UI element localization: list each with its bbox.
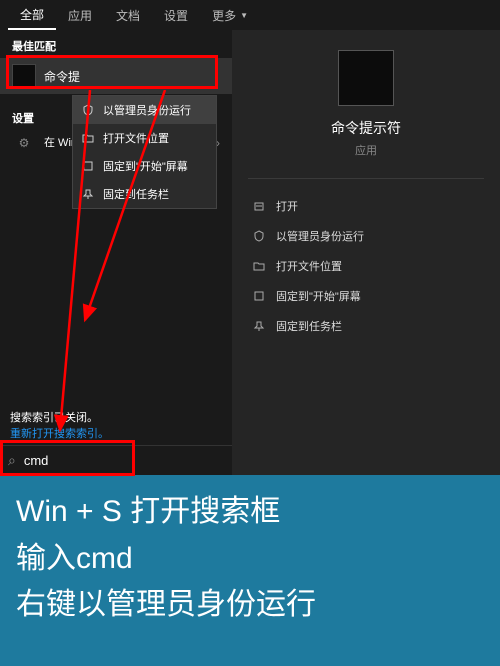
caption-l1: Win + S 打开搜索框 <box>16 489 484 536</box>
caption-l3: 右键以管理员身份运行 <box>16 582 484 629</box>
status-off: 搜索索引已关闭。 <box>10 409 109 425</box>
action-run-admin[interactable]: 以管理员身份运行 <box>248 221 484 251</box>
search-input[interactable] <box>24 453 224 468</box>
action-open-label: 打开 <box>276 198 298 214</box>
ctx-open-loc-label: 打开文件位置 <box>103 130 169 146</box>
context-menu: 以管理员身份运行 打开文件位置 固定到"开始"屏幕 固定到任务栏 <box>72 95 217 209</box>
detail-subtitle: 应用 <box>248 142 484 158</box>
pin-taskbar-icon <box>81 187 95 201</box>
shield-icon <box>252 229 266 243</box>
pin-start-icon <box>252 289 266 303</box>
detail-title: 命令提示符 <box>248 118 484 138</box>
ctx-pin-start[interactable]: 固定到"开始"屏幕 <box>73 152 216 180</box>
cmd-big-icon <box>338 50 394 106</box>
open-icon <box>252 199 266 213</box>
tab-apps[interactable]: 应用 <box>56 0 104 30</box>
action-loc-label: 打开文件位置 <box>276 258 342 274</box>
action-pintask-label: 固定到任务栏 <box>276 318 342 334</box>
tab-all[interactable]: 全部 <box>8 0 56 30</box>
cmd-icon <box>12 64 36 88</box>
ctx-run-admin-label: 以管理员身份运行 <box>103 102 191 118</box>
best-match-label: 最佳匹配 <box>0 30 232 58</box>
action-pin-start[interactable]: 固定到"开始"屏幕 <box>248 281 484 311</box>
action-pin-taskbar[interactable]: 固定到任务栏 <box>248 311 484 341</box>
action-open-location[interactable]: 打开文件位置 <box>248 251 484 281</box>
result-label: 命令提 <box>44 68 80 85</box>
result-cmd[interactable]: 命令提 <box>0 58 232 94</box>
status-reopen-link[interactable]: 重新打开搜索索引。 <box>10 425 109 441</box>
pin-start-icon <box>81 159 95 173</box>
ctx-pin-taskbar[interactable]: 固定到任务栏 <box>73 180 216 208</box>
ctx-pin-task-label: 固定到任务栏 <box>103 186 169 202</box>
tab-settings[interactable]: 设置 <box>152 0 200 30</box>
detail-header: 命令提示符 应用 <box>248 50 484 179</box>
search-tabs: 全部 应用 文档 设置 更多▼ <box>0 0 500 30</box>
action-admin-label: 以管理员身份运行 <box>276 228 364 244</box>
search-icon: ⌕ <box>8 452 16 469</box>
action-open[interactable]: 打开 <box>248 191 484 221</box>
tab-docs[interactable]: 文档 <box>104 0 152 30</box>
gear-icon: ⚙ <box>12 136 36 150</box>
shield-icon <box>81 103 95 117</box>
pin-taskbar-icon <box>252 319 266 333</box>
search-index-status: 搜索索引已关闭。 重新打开搜索索引。 <box>0 405 119 445</box>
search-bar: ⌕ <box>0 445 232 475</box>
folder-icon <box>81 131 95 145</box>
detail-panel: 命令提示符 应用 打开 以管理员身份运行 打开文件位置 固定到"开始"屏幕 固定… <box>232 30 500 475</box>
caption-l2: 输入cmd <box>16 536 484 583</box>
tutorial-caption: Win + S 打开搜索框 输入cmd 右键以管理员身份运行 <box>0 475 500 666</box>
action-pinstart-label: 固定到"开始"屏幕 <box>276 288 361 304</box>
folder-icon <box>252 259 266 273</box>
ctx-pin-start-label: 固定到"开始"屏幕 <box>103 158 188 174</box>
tab-more[interactable]: 更多▼ <box>200 0 260 30</box>
search-results-area: 最佳匹配 命令提 设置 ⚙ 在 Win + 换为 Wi › 搜索索引已关闭。 重… <box>0 30 500 475</box>
ctx-run-admin[interactable]: 以管理员身份运行 <box>73 96 216 124</box>
ctx-open-location[interactable]: 打开文件位置 <box>73 124 216 152</box>
